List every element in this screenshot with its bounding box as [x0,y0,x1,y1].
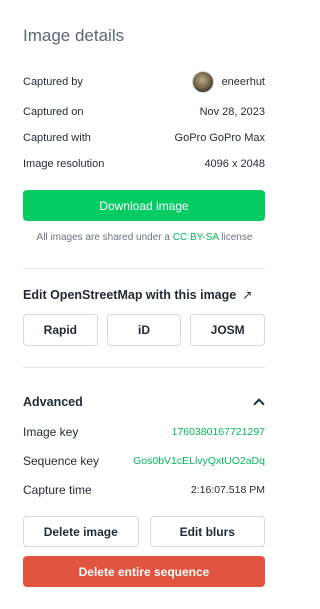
capture-time-value: 2:16:07.518 PM [190,484,265,496]
panel-title: Image details [23,26,125,45]
josm-editor-button[interactable]: JOSM [190,314,266,346]
captured-with-row: Captured with GoPro GoPro Max [23,129,265,147]
editor-buttons: Rapid iD JOSM [23,314,266,346]
captured-by-row: Captured by eneerhut [23,71,265,93]
owner-link[interactable]: eneerhut [191,71,265,93]
image-key-link[interactable]: 1760380167721297 [172,426,265,438]
divider [23,268,265,269]
delete-sequence-button[interactable]: Delete entire sequence [23,556,265,587]
image-key-row: Image key 1760380167721297 [23,423,265,441]
resolution-row: Image resolution 4096 x 2048 [23,155,265,173]
captured-by-value[interactable]: eneerhut [222,76,265,88]
external-link-icon: ↗ [242,288,253,302]
capture-time-row: Capture time 2:16:07.518 PM [23,481,265,499]
edit-blurs-button[interactable]: Edit blurs [149,516,265,547]
image-details-panel: Image details Captured by eneerhut Captu… [0,0,289,609]
image-key-label: Image key [23,425,79,439]
avatar [191,71,214,93]
osm-title: Edit OpenStreetMap with this image [23,288,237,302]
rapid-editor-button[interactable]: Rapid [23,314,98,346]
divider [23,367,265,368]
captured-with-label: Captured with [23,132,91,144]
license-suffix: license [221,232,253,243]
license-link[interactable]: CC BY-SA [173,232,219,243]
captured-by-label: Captured by [23,76,83,88]
download-image-button[interactable]: Download image [23,190,265,221]
license-prefix: All images are shared under a [36,232,170,243]
license-note: All images are shared under a CC BY-SA l… [0,232,289,243]
sequence-key-link[interactable]: Gos0bV1cELlvyQxtUO2aDq [133,455,265,467]
advanced-section-toggle[interactable]: Advanced [23,393,265,411]
captured-on-row: Captured on Nov 28, 2023 [23,103,265,121]
resolution-label: Image resolution [23,158,105,170]
captured-on-label: Captured on [23,106,84,118]
chevron-up-icon [253,398,265,410]
captured-on-value: Nov 28, 2023 [199,106,265,118]
capture-time-label: Capture time [23,483,92,497]
sequence-key-row: Sequence key Gos0bV1cELlvyQxtUO2aDq [23,452,265,470]
delete-image-button[interactable]: Delete image [23,516,139,547]
action-buttons: Delete image Edit blurs [23,516,265,547]
resolution-value: 4096 x 2048 [204,158,265,170]
id-editor-button[interactable]: iD [106,314,182,346]
sequence-key-label: Sequence key [23,454,100,468]
osm-section-title: Edit OpenStreetMap with this image ↗ [23,288,252,302]
advanced-title: Advanced [23,395,83,409]
captured-with-value: GoPro GoPro Max [174,132,265,144]
